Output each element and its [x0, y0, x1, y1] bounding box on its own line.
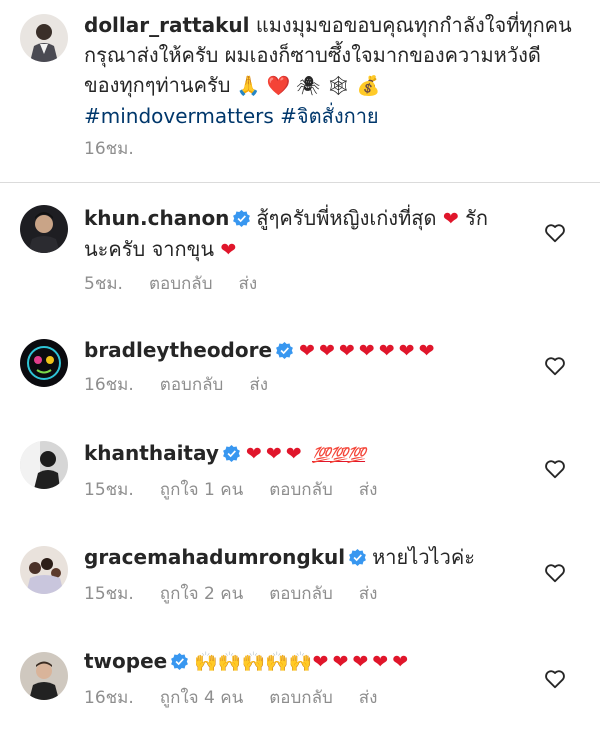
comment-meta: 15ชม. ถูกใจ 2 คน ตอบกลับ ส่ง: [84, 582, 403, 606]
reply-button[interactable]: ตอบกลับ: [269, 480, 333, 500]
likes-count[interactable]: ถูกใจ 1 คน: [160, 480, 243, 500]
caption-line-1: แมงมุมขอขอบคุณทุกกำลังใจที่ทุกคน: [255, 13, 572, 37]
send-button[interactable]: ส่ง: [359, 584, 378, 604]
comments-screen: dollar_rattakul แมงมุมขอขอบคุณทุกกำลังใจ…: [0, 0, 600, 731]
reply-button[interactable]: ตอบกลับ: [160, 375, 224, 395]
heart-emoji-icon: ❤: [220, 239, 237, 261]
comment-time: 15ชม.: [84, 480, 134, 500]
verified-badge-icon: [171, 653, 189, 670]
comment-time: 16ชม.: [84, 375, 134, 395]
hashtag-thai[interactable]: #จิตสั่งกาย: [280, 104, 379, 128]
comment-meta: 5ชม. ตอบกลับ ส่ง: [84, 272, 283, 296]
avatar[interactable]: [20, 205, 68, 253]
avatar[interactable]: [20, 441, 68, 489]
like-heart-icon[interactable]: [544, 458, 566, 480]
like-heart-icon[interactable]: [544, 562, 566, 584]
hundred-points-icon: 💯💯💯: [312, 446, 366, 464]
verified-badge-icon: [233, 210, 251, 227]
comment: bradleytheodore ❤❤❤❤❤❤❤: [84, 335, 524, 366]
reply-button[interactable]: ตอบกลับ: [269, 584, 333, 604]
likes-count[interactable]: ถูกใจ 4 คน: [160, 688, 243, 708]
post-meta: 16ชม.: [84, 137, 160, 161]
like-heart-icon[interactable]: [544, 222, 566, 244]
comment-hearts: ❤❤❤: [245, 443, 306, 465]
heart-emoji-icon: ❤: [442, 208, 459, 230]
verified-badge-icon: [349, 549, 367, 566]
comment-time: 16ชม.: [84, 688, 134, 708]
post-caption: dollar_rattakul แมงมุมขอขอบคุณทุกกำลังใจ…: [84, 10, 584, 131]
send-button[interactable]: ส่ง: [359, 688, 378, 708]
avatar[interactable]: [20, 652, 68, 700]
comment-text-end: รัก: [465, 206, 488, 230]
comment: khanthaitay ❤❤❤ 💯💯💯: [84, 438, 524, 470]
comment-username[interactable]: twopee: [84, 649, 167, 673]
comment-hearts: ❤❤❤❤❤: [312, 651, 413, 673]
avatar[interactable]: [20, 339, 68, 387]
verified-badge-icon: [276, 342, 293, 359]
comment: twopee 🙌🙌🙌🙌🙌❤❤❤❤❤: [84, 646, 524, 677]
post-author-avatar[interactable]: [20, 14, 68, 62]
post-username[interactable]: dollar_rattakul: [84, 13, 250, 37]
comment-username[interactable]: gracemahadumrongkul: [84, 545, 345, 569]
comment-username[interactable]: khanthaitay: [84, 441, 219, 465]
send-button[interactable]: ส่ง: [249, 375, 268, 395]
send-button[interactable]: ส่ง: [239, 274, 258, 294]
comment-meta: 15ชม. ถูกใจ 1 คน ตอบกลับ ส่ง: [84, 478, 403, 502]
post-time: 16ชม.: [84, 139, 134, 159]
like-heart-icon[interactable]: [544, 355, 566, 377]
hashtag-mindovermatters[interactable]: #mindovermatters: [84, 104, 274, 128]
likes-count[interactable]: ถูกใจ 2 คน: [160, 584, 243, 604]
caption-line-2: กรุณาส่งให้ครับ ผมเองก็ซาบซึ้งใจมากของคว…: [84, 43, 541, 67]
comment: gracemahadumrongkul หายไวไวค่ะ: [84, 542, 524, 572]
send-button[interactable]: ส่ง: [359, 480, 378, 500]
reply-button[interactable]: ตอบกลับ: [149, 274, 213, 294]
comment-text: สู้ๆครับพี่หญิงเก่งที่สุด: [256, 206, 437, 230]
comment-time: 15ชม.: [84, 584, 134, 604]
caption-emojis: 🙏 ❤️ 🕷 🕸 💰: [236, 75, 381, 97]
comment-text-line2: นะครับ จากขุน: [84, 237, 214, 261]
comment-meta: 16ชม. ถูกใจ 4 คน ตอบกลับ ส่ง: [84, 686, 403, 710]
reply-button[interactable]: ตอบกลับ: [269, 688, 333, 708]
caption-line-3: ของทุกๆท่านครับ: [84, 73, 231, 97]
divider: [0, 182, 600, 183]
comment-time: 5ชม.: [84, 274, 123, 294]
comment-meta: 16ชม. ตอบกลับ ส่ง: [84, 373, 294, 397]
comment-username[interactable]: khun.chanon: [84, 206, 229, 230]
verified-badge-icon: [222, 445, 240, 462]
avatar[interactable]: [20, 546, 68, 594]
raised-hands-emoji-icon: 🙌🙌🙌🙌🙌: [194, 651, 313, 673]
comment-hearts: ❤❤❤❤❤❤❤: [299, 340, 439, 362]
comment-text: หายไวไวค่ะ: [372, 545, 475, 569]
comment: khun.chanon สู้ๆครับพี่หญิงเก่งที่สุด ❤ ร…: [84, 203, 524, 265]
like-heart-icon[interactable]: [544, 668, 566, 690]
comment-username[interactable]: bradleytheodore: [84, 338, 272, 362]
